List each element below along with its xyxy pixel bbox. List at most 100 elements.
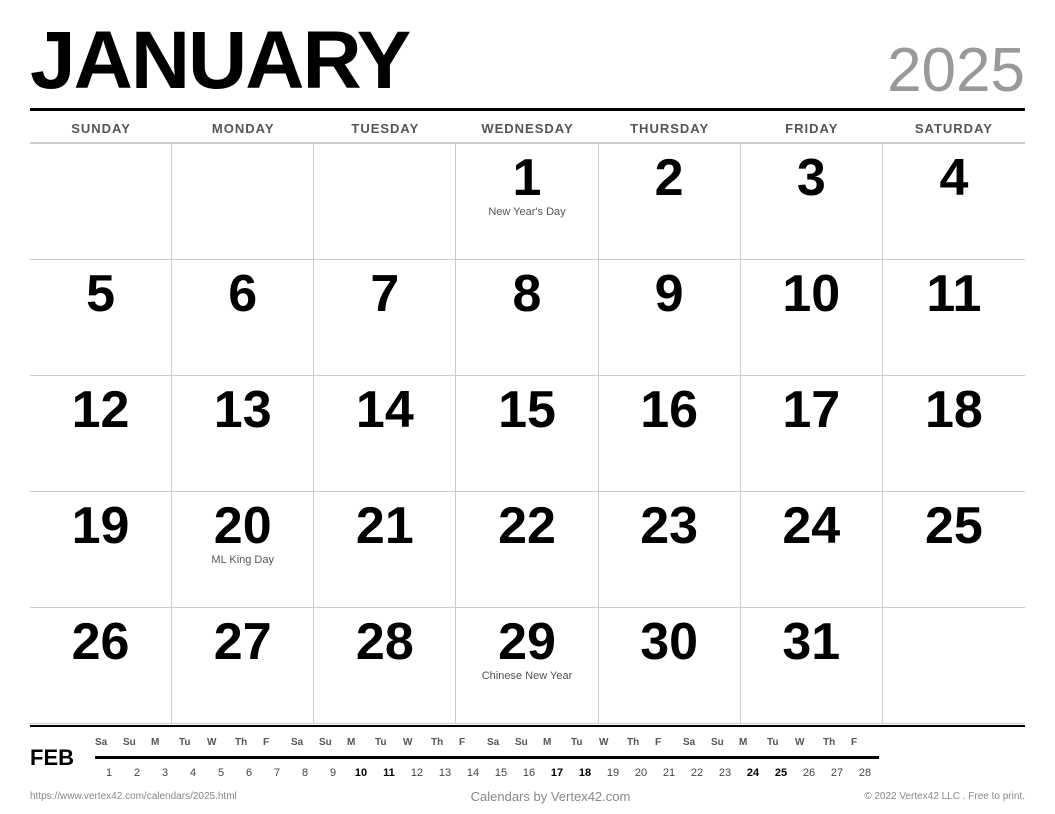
mini-day-cell: 20 — [627, 765, 655, 782]
mini-header-cell: F — [851, 735, 879, 759]
mini-header-cell: Th — [235, 735, 263, 759]
mini-header-cell: Tu — [179, 735, 207, 759]
calendar-grid: 1New Year's Day 23 4 56789 1011 1213 141516 17 1… — [30, 142, 1025, 725]
mini-day-cell: 12 — [403, 765, 431, 782]
holiday-label: Chinese New Year — [466, 670, 587, 683]
day-header-wednesday: WEDNESDAY — [456, 117, 598, 140]
day-number: 31 — [751, 616, 872, 668]
mini-day-cell: 19 — [599, 765, 627, 782]
mini-day-cell: 23 — [711, 765, 739, 782]
mini-day-cell: 26 — [795, 765, 823, 782]
day-number: 2 — [609, 152, 730, 204]
day-number: 29 — [466, 616, 587, 668]
calendar-cell: 18 — [883, 376, 1025, 492]
calendar-cell: 4 — [883, 144, 1025, 260]
mini-day-cell: 22 — [683, 765, 711, 782]
day-header-saturday: SATURDAY — [883, 117, 1025, 140]
day-number: 26 — [40, 616, 161, 668]
day-number: 18 — [893, 384, 1015, 436]
calendar-cell: 30 — [599, 608, 741, 724]
mini-header-cell: Th — [431, 735, 459, 759]
mini-day-cell: 28 — [851, 765, 879, 782]
mini-day-cell: 6 — [235, 765, 263, 782]
mini-grid: SaSuMTuWThFSaSuMTuWThFSaSuMTuWThFSaSuMTu… — [95, 735, 1025, 782]
calendar-cell: 28 — [314, 608, 456, 724]
mini-header-cell: Sa — [291, 735, 319, 759]
day-number: 9 — [609, 268, 730, 320]
day-number: 22 — [466, 500, 587, 552]
calendar-cell: 5 — [30, 260, 172, 376]
day-number: 13 — [182, 384, 303, 436]
day-header-tuesday: TUESDAY — [314, 117, 456, 140]
mini-header-cell: Tu — [767, 735, 795, 759]
mini-header-cell: W — [403, 735, 431, 759]
day-number: 20 — [182, 500, 303, 552]
day-number: 24 — [751, 500, 872, 552]
mini-day-cell: 17 — [543, 765, 571, 782]
calendar-cell: 23 — [599, 492, 741, 608]
mini-header-cell: Th — [823, 735, 851, 759]
day-headers: SUNDAY MONDAY TUESDAY WEDNESDAY THURSDAY… — [30, 117, 1025, 140]
mini-header-cell: F — [459, 735, 487, 759]
calendar-cell: 15 — [456, 376, 598, 492]
calendar-cell: 14 — [314, 376, 456, 492]
mini-header-cell: M — [347, 735, 375, 759]
calendar-cell: 27 — [172, 608, 314, 724]
day-header-sunday: SUNDAY — [30, 117, 172, 140]
calendar-cell: 1New Year's Day — [456, 144, 598, 260]
day-number: 28 — [324, 616, 445, 668]
mini-day-cell: 13 — [431, 765, 459, 782]
mini-day-cell: 10 — [347, 765, 375, 782]
mini-day-cell: 25 — [767, 765, 795, 782]
day-number: 27 — [182, 616, 303, 668]
calendar-cell — [172, 144, 314, 260]
calendar-cell: 11 — [883, 260, 1025, 376]
mini-day-cell: 4 — [179, 765, 207, 782]
day-number: 16 — [609, 384, 730, 436]
calendar-cell: 29 Chinese New Year — [456, 608, 598, 724]
mini-day-cell: 21 — [655, 765, 683, 782]
mini-day-cell: 24 — [739, 765, 767, 782]
mini-header-cell: M — [543, 735, 571, 759]
mini-day-cell: 11 — [375, 765, 403, 782]
mini-header-cell: Tu — [571, 735, 599, 759]
day-number: 14 — [324, 384, 445, 436]
footer-copyright: © 2022 Vertex42 LLC . Free to print. — [864, 791, 1025, 802]
calendar-cell: 20ML King Day — [172, 492, 314, 608]
calendar-cell: 6 — [172, 260, 314, 376]
mini-header-cell: F — [655, 735, 683, 759]
day-number: 23 — [609, 500, 730, 552]
day-header-monday: MONDAY — [172, 117, 314, 140]
day-number: 7 — [324, 268, 445, 320]
mini-day-cell: 5 — [207, 765, 235, 782]
day-number: 8 — [466, 268, 587, 320]
calendar-cell — [883, 608, 1025, 724]
mini-header-cell: Su — [515, 735, 543, 759]
day-header-friday: FRIDAY — [741, 117, 883, 140]
footer-center: Calendars by Vertex42.com — [471, 789, 631, 804]
calendar-cell: 7 — [314, 260, 456, 376]
mini-header-cell: W — [207, 735, 235, 759]
day-number: 6 — [182, 268, 303, 320]
mini-header-cell: Su — [319, 735, 347, 759]
footer-url: https://www.vertex42.com/calendars/2025.… — [30, 791, 237, 802]
calendar-cell: 2 — [599, 144, 741, 260]
mini-header-cell: Sa — [683, 735, 711, 759]
day-number: 19 — [40, 500, 161, 552]
calendar-cell — [314, 144, 456, 260]
month-title: JANUARY — [30, 20, 409, 102]
mini-day-cell: 27 — [823, 765, 851, 782]
day-number: 25 — [893, 500, 1015, 552]
day-number: 10 — [751, 268, 872, 320]
footer: https://www.vertex42.com/calendars/2025.… — [30, 785, 1025, 804]
calendar-cell: 12 — [30, 376, 172, 492]
year-title: 2025 — [887, 40, 1025, 102]
mini-header-cell: Th — [627, 735, 655, 759]
mini-header-cell: M — [739, 735, 767, 759]
calendar-cell: 16 — [599, 376, 741, 492]
calendar-cell: 26 — [30, 608, 172, 724]
mini-header-cell: Sa — [95, 735, 123, 759]
mini-header-cell: Tu — [375, 735, 403, 759]
mini-day-cell: 16 — [515, 765, 543, 782]
day-number: 17 — [751, 384, 872, 436]
